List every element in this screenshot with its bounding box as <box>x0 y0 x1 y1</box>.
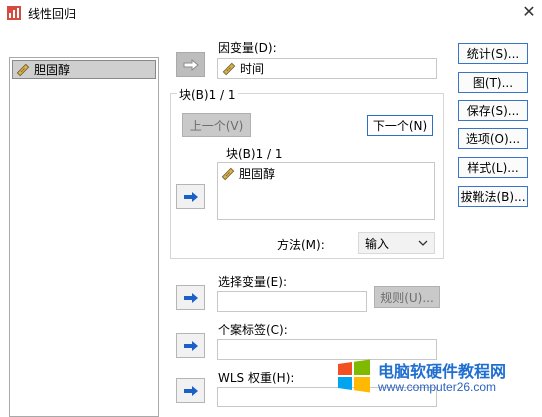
wls-weight-label: WLS 权重(H): <box>218 371 295 385</box>
scale-ruler-icon <box>221 167 235 180</box>
bootstrap-button[interactable]: 拔靴法(B)... <box>458 186 528 207</box>
scale-ruler-icon <box>222 62 236 75</box>
independent-title: 块(B)1 / 1 <box>226 147 283 161</box>
list-item-label: 胆固醇 <box>239 167 276 181</box>
dependent-field[interactable]: 时间 <box>217 58 437 79</box>
chevron-down-icon <box>418 240 428 246</box>
previous-block-button[interactable]: 上一个(V) <box>182 113 251 137</box>
save-button[interactable]: 保存(S)... <box>458 100 528 121</box>
selection-field[interactable] <box>217 291 367 312</box>
source-variable-list[interactable]: 胆固醇 <box>9 57 159 417</box>
list-item-label: 胆固醇 <box>34 63 71 77</box>
title-bar: 线性回归 ✕ <box>0 0 542 26</box>
move-selection-button[interactable] <box>176 285 205 310</box>
case-label-label: 个案标签(C): <box>218 323 288 337</box>
independent-list[interactable]: 胆固醇 <box>217 162 435 220</box>
method-value: 输入 <box>365 236 390 251</box>
next-block-button[interactable]: 下一个(N) <box>367 115 433 136</box>
move-case-label-button[interactable] <box>176 333 205 358</box>
right-arrow-icon <box>183 385 198 396</box>
right-arrow-icon <box>183 292 198 303</box>
rule-button[interactable]: 规则(U)... <box>374 286 440 308</box>
case-label-field[interactable] <box>217 339 437 360</box>
watermark-title: 电脑软硬件教程网 <box>378 362 507 381</box>
windows-logo-icon <box>338 359 370 393</box>
dependent-value: 时间 <box>240 62 265 76</box>
method-label: 方法(M): <box>277 238 325 252</box>
move-independent-button[interactable] <box>176 184 205 209</box>
method-select[interactable]: 输入 <box>358 232 435 254</box>
block-group-title: 块(B)1 / 1 <box>177 86 238 103</box>
plots-button[interactable]: 图(T)... <box>458 72 528 93</box>
list-item[interactable]: 胆固醇 <box>12 60 156 79</box>
app-icon <box>7 6 21 20</box>
selection-label: 选择变量(E): <box>218 275 287 289</box>
right-arrow-icon <box>183 340 198 351</box>
right-arrow-icon <box>183 58 199 71</box>
options-button[interactable]: 选项(O)... <box>458 128 528 149</box>
statistics-button[interactable]: 统计(S)... <box>458 43 528 64</box>
move-dependent-button[interactable] <box>176 52 205 77</box>
window-title: 线性回归 <box>28 7 77 21</box>
scale-ruler-icon <box>16 63 30 76</box>
watermark-url: www.computer26.com <box>378 380 497 394</box>
style-button[interactable]: 样式(L)... <box>458 157 528 178</box>
list-item[interactable]: 胆固醇 <box>221 165 275 182</box>
dependent-label: 因变量(D): <box>218 41 277 55</box>
move-wls-button[interactable] <box>176 378 205 403</box>
right-arrow-icon <box>183 191 198 202</box>
close-icon[interactable]: ✕ <box>520 2 538 21</box>
